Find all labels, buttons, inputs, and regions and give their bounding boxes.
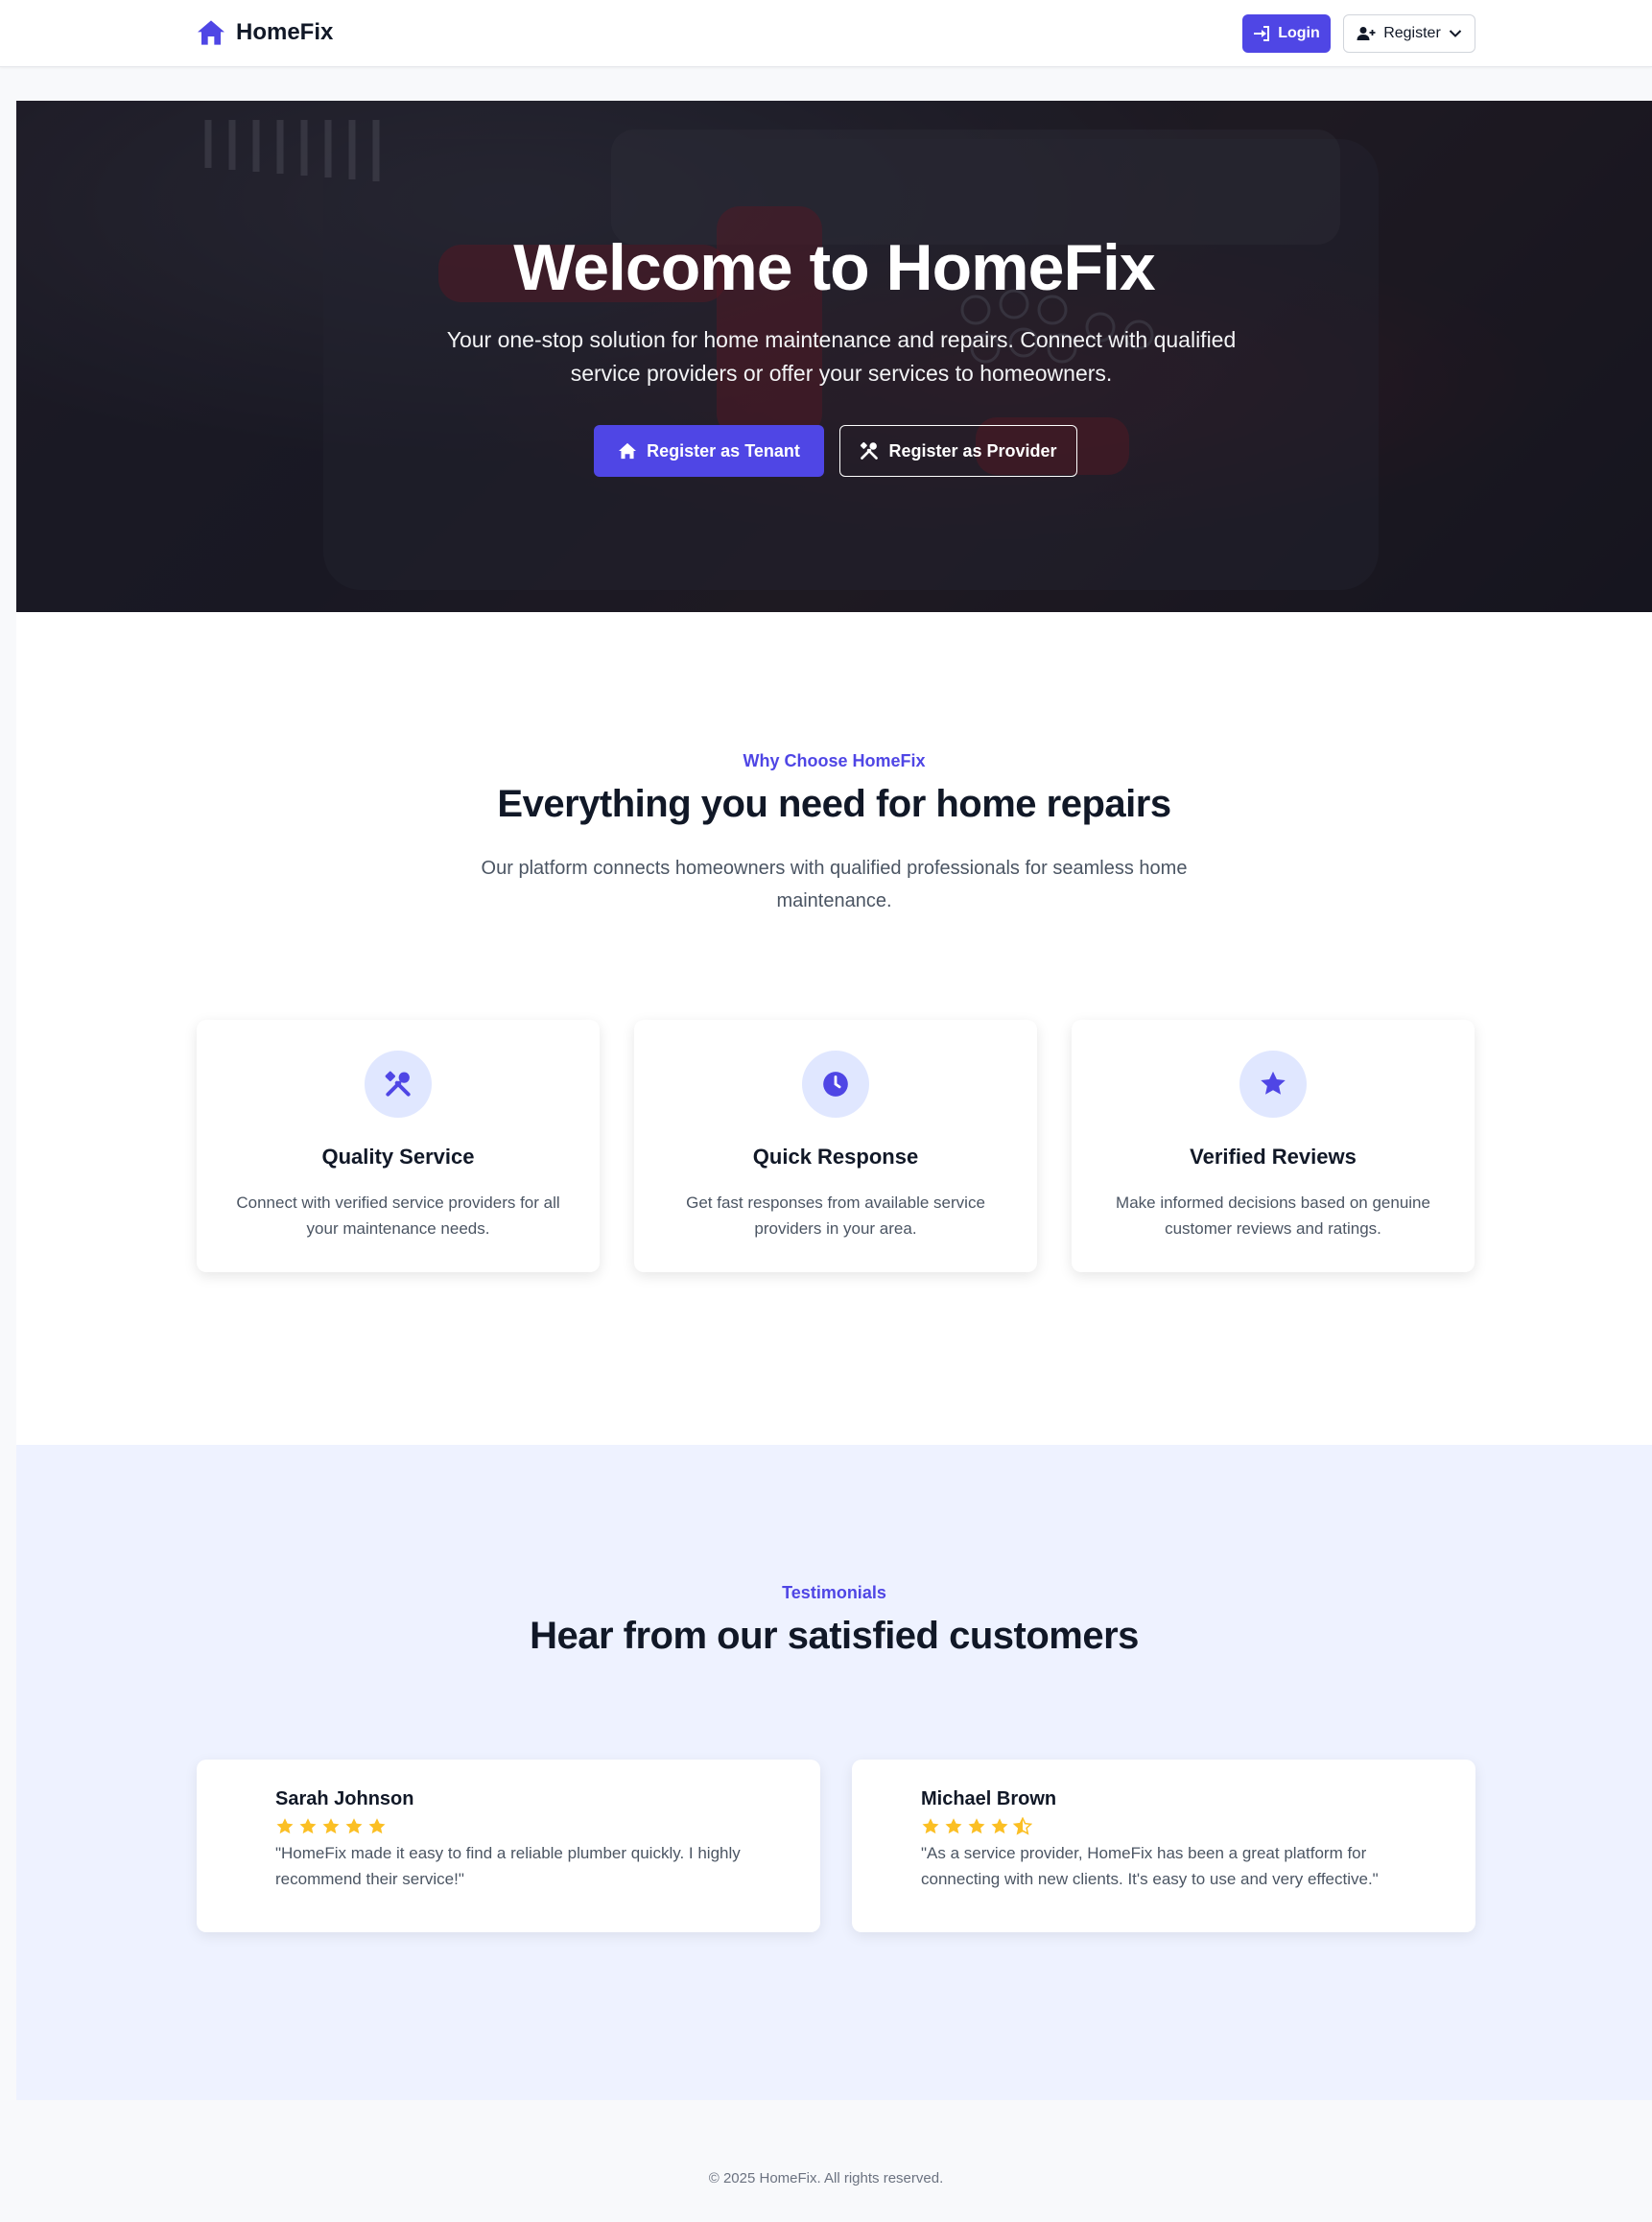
feature-card-reviews: Verified Reviews Make informed decisions… (1072, 1020, 1475, 1272)
hero-title: Welcome to HomeFix (513, 231, 1155, 304)
testimonial-card: Sarah Johnson "HomeFix made it easy to f… (197, 1760, 820, 1932)
feature-card-response: Quick Response Get fast responses from a… (634, 1020, 1037, 1272)
testimonials-eyebrow: Testimonials (782, 1583, 886, 1602)
hero-subtitle: Your one-stop solution for home maintena… (446, 327, 1237, 386)
feature-description: Make informed decisions based on genuine… (1116, 1194, 1430, 1238)
login-icon (1254, 26, 1270, 41)
star-half-icon (1013, 1817, 1032, 1835)
star-icon (968, 1818, 985, 1834)
star-icon (299, 1818, 317, 1834)
register-tenant-label: Register as Tenant (647, 440, 800, 461)
testimonials-section: Testimonials Hear from our satisfied cus… (16, 1445, 1652, 2100)
star-icon (368, 1818, 386, 1834)
tools-icon (861, 441, 879, 460)
testimonials-title: Hear from our satisfied customers (530, 1615, 1139, 1657)
feature-icon-badge (1239, 1051, 1307, 1118)
features-description: Our platform connects homeowners with qu… (481, 858, 1188, 911)
login-button[interactable]: Login (1242, 14, 1331, 53)
star-icon (322, 1818, 340, 1834)
hero-section: Welcome to HomeFix Your one-stop solutio… (16, 101, 1652, 612)
star-icon (345, 1818, 363, 1834)
feature-description: Get fast responses from available servic… (686, 1194, 985, 1238)
feature-icon-badge (802, 1051, 869, 1118)
feature-card-quality: Quality Service Connect with verified se… (197, 1020, 600, 1272)
register-provider-label: Register as Provider (888, 440, 1057, 461)
testimonial-card: Michael Brown "As a service provider, Ho… (852, 1760, 1475, 1932)
features-title: Everything you need for home repairs (497, 783, 1171, 825)
star-icon (276, 1818, 294, 1834)
register-provider-button[interactable]: Register as Provider (839, 425, 1077, 477)
feature-icon-badge (365, 1051, 432, 1118)
tools-icon (385, 1071, 411, 1097)
footer-copyright: © 2025 HomeFix. All rights reserved. (708, 2170, 944, 2187)
feature-description: Connect with verified service providers … (236, 1194, 560, 1238)
star-icon (1261, 1071, 1286, 1095)
features-section: Why Choose HomeFix Everything you need f… (16, 612, 1652, 1445)
testimonial-quote: "As a service provider, HomeFix has been… (921, 1844, 1379, 1888)
rating-stars (275, 1817, 387, 1836)
login-label: Login (1278, 25, 1320, 41)
rating-stars (921, 1817, 1032, 1836)
chevron-down-icon (1449, 30, 1461, 37)
feature-title: Quality Service (321, 1145, 475, 1169)
register-label: Register (1383, 25, 1441, 41)
testimonial-author: Michael Brown (921, 1788, 1057, 1809)
user-plus-icon (1357, 27, 1376, 40)
star-icon (945, 1818, 962, 1834)
star-icon (922, 1818, 939, 1834)
register-tenant-button[interactable]: Register as Tenant (594, 425, 824, 477)
features-eyebrow: Why Choose HomeFix (743, 751, 926, 770)
testimonial-quote: "HomeFix made it easy to find a reliable… (275, 1844, 741, 1888)
feature-title: Verified Reviews (1190, 1145, 1357, 1169)
star-icon (991, 1818, 1008, 1834)
feature-title: Quick Response (752, 1145, 919, 1169)
brand-name: HomeFix (236, 19, 334, 45)
testimonial-author: Sarah Johnson (275, 1788, 414, 1809)
navbar: HomeFix Login Register (0, 0, 1652, 67)
house-icon (198, 20, 224, 45)
clock-icon (823, 1072, 848, 1097)
house-icon (619, 442, 637, 460)
brand-logo[interactable]: HomeFix (196, 17, 333, 48)
register-dropdown-button[interactable]: Register (1343, 14, 1475, 53)
